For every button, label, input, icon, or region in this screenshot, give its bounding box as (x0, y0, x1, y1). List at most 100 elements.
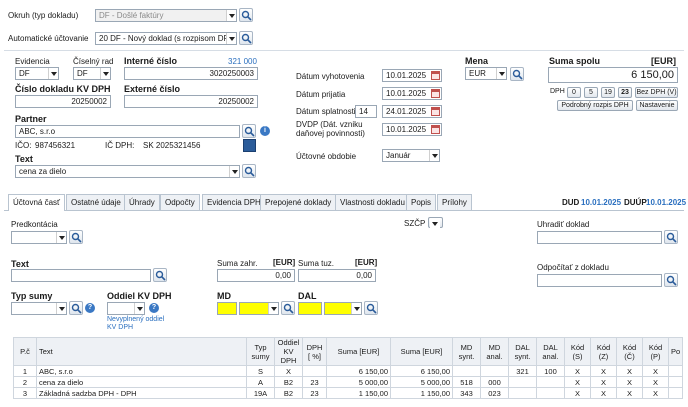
kv-dph-label: Číslo dokladu KV DPH (15, 84, 111, 94)
suma-zahr-input[interactable]: 0,00 (217, 269, 295, 282)
calendar-icon[interactable] (431, 125, 440, 134)
table-row[interactable]: 3 Základná sadzba DPH - DPH 19A B2 23 1 … (13, 387, 684, 399)
search-icon[interactable] (242, 164, 256, 178)
suma-tuz-input[interactable]: 0,00 (298, 269, 376, 282)
evidencia-select[interactable]: DF (15, 67, 59, 80)
calendar-icon[interactable] (431, 107, 440, 116)
interne-cislo-input[interactable]: 3020250003 (124, 67, 258, 80)
tab-uctovna-cast[interactable]: Účtovná časť (8, 194, 66, 211)
tab-prilohy[interactable]: Prílohy (437, 194, 472, 210)
chevron-down-icon (134, 303, 144, 314)
calendar-icon[interactable] (431, 71, 440, 80)
grid-header[interactable]: P.č (13, 337, 37, 366)
rate-23-button[interactable]: 23 (618, 87, 632, 98)
search-icon[interactable] (664, 273, 678, 287)
odpocitat-input[interactable] (537, 274, 662, 287)
datum-splatnosti-input[interactable]: 24.01.2025 (382, 105, 442, 118)
search-icon[interactable] (664, 230, 678, 244)
search-icon[interactable] (239, 8, 253, 22)
nastavenie-button[interactable]: Nastavenie (636, 100, 678, 111)
calendar-icon[interactable] (431, 89, 440, 98)
datum-prijatia-input[interactable]: 10.01.2025 (382, 87, 442, 100)
grid-header[interactable]: Kód (Č) (616, 337, 643, 366)
suma-spolu-input[interactable]: 6 150,00 (548, 67, 678, 83)
grid-header[interactable]: Suma [EUR] (390, 337, 453, 366)
okruh-select[interactable]: DF - Došlé faktúry (95, 9, 237, 22)
tab-ostatne-udaje[interactable]: Ostatné údaje (66, 194, 126, 210)
tab-odpocty[interactable]: Odpočty (160, 194, 200, 210)
dal-synt-input[interactable] (298, 302, 322, 315)
podrobny-rozpis-button[interactable]: Podrobný rozpis DPH (557, 100, 633, 111)
entries-grid: P.č Text Typ sumy Oddiel KV DPH DPH [ %]… (13, 337, 684, 399)
uhradit-doklad-input[interactable] (537, 231, 662, 244)
search-icon[interactable] (69, 301, 83, 315)
cell: A (246, 376, 275, 388)
grid-header[interactable]: Kód (S) (564, 337, 591, 366)
grid-header[interactable]: Text (36, 337, 247, 366)
cell: X (642, 376, 669, 388)
search-icon[interactable] (242, 124, 256, 138)
interne-cislo-link[interactable]: 321 000 (228, 57, 257, 66)
bez-dph-button[interactable]: Bez DPH (V) (635, 87, 678, 98)
rate-0-button[interactable]: 0 (567, 87, 581, 98)
grid-header[interactable]: MD anal. (480, 337, 509, 366)
rate-5-button[interactable]: 5 (584, 87, 598, 98)
splatnost-dni-input[interactable]: 14 (355, 105, 377, 118)
tab-popis[interactable]: Popis (406, 194, 437, 210)
search-icon[interactable] (153, 268, 167, 282)
auto-uctovanie-select[interactable]: 20 DF - Nový doklad (s rozpisom DPH) (95, 32, 237, 45)
dvdp-input[interactable]: 10.01.2025 (382, 123, 442, 136)
grid-header[interactable]: DAL anal. (536, 337, 565, 366)
panel-text-input[interactable] (11, 269, 151, 282)
grid-header[interactable]: MD synt. (452, 337, 481, 366)
oddiel-kv-select[interactable] (107, 302, 145, 315)
tab-evidencia-dph[interactable]: Evidencia DPH (202, 194, 266, 210)
predkontacia-select[interactable] (11, 231, 67, 244)
info-icon[interactable]: i (260, 126, 270, 136)
text-select[interactable]: cena za dielo (15, 165, 240, 178)
cell: 2 (13, 376, 37, 388)
uctovne-obdobie-select[interactable]: Január (382, 149, 440, 162)
cell: 19A (246, 387, 275, 399)
grid-header[interactable]: Oddiel KV DPH (274, 337, 303, 366)
grid-header[interactable]: Kód (Z) (590, 337, 617, 366)
cell: 5 000,00 (390, 376, 453, 388)
grid-header[interactable]: Typ sumy (246, 337, 275, 366)
tab-prepojene-doklady[interactable]: Prepojené doklady (260, 194, 337, 210)
md-synt-input[interactable] (217, 302, 237, 315)
grid-header[interactable]: DAL synt. (508, 337, 537, 366)
nevyplneny-oddiel-1[interactable]: Nevyplnený oddiel (107, 316, 164, 323)
search-icon[interactable] (239, 31, 253, 45)
grid-header[interactable]: DPH [ %] (302, 337, 327, 366)
ciselny-rad-select[interactable]: DF (73, 67, 111, 80)
externe-cislo-input[interactable]: 20250002 (124, 95, 258, 108)
typ-sumy-select[interactable] (11, 302, 67, 315)
search-icon[interactable] (364, 301, 378, 315)
rate-19-button[interactable]: 19 (601, 87, 615, 98)
tab-vlastnosti-dokladu[interactable]: Vlastnosti dokladu (335, 194, 410, 210)
partner-detail-icon[interactable] (243, 139, 256, 152)
grid-header[interactable]: Suma [EUR] (326, 337, 391, 366)
help-icon[interactable]: ? (149, 303, 159, 313)
search-icon[interactable] (510, 67, 524, 81)
mena-select[interactable]: EUR (465, 67, 507, 80)
grid-header[interactable]: Po (667, 337, 684, 366)
cell: X (564, 387, 591, 399)
szcp-dropdown-button[interactable] (428, 217, 443, 229)
tab-uhrady[interactable]: Úhrady (124, 194, 160, 210)
chevron-down-icon (268, 303, 278, 314)
suma-tuz-label: Suma tuz. (298, 259, 335, 268)
search-icon[interactable] (69, 230, 83, 244)
table-row[interactable]: 1 ABC, s.r.o S X 6 150,00 6 150,00 321 1… (13, 365, 684, 377)
search-icon[interactable] (281, 301, 295, 315)
cell (667, 365, 684, 377)
datum-vyhotovenia-input[interactable]: 10.01.2025 (382, 69, 442, 82)
md-anal-select[interactable] (239, 302, 279, 315)
table-row[interactable]: 2 cena za dielo A B2 23 5 000,00 5 000,0… (13, 376, 684, 388)
kv-dph-input[interactable]: 20250002 (15, 95, 111, 108)
partner-input[interactable]: ABC, s.r.o (15, 125, 240, 138)
nevyplneny-oddiel-2[interactable]: KV DPH (107, 324, 133, 331)
help-icon[interactable]: ? (85, 303, 95, 313)
dal-anal-select[interactable] (324, 302, 362, 315)
grid-header[interactable]: Kód (P) (642, 337, 669, 366)
